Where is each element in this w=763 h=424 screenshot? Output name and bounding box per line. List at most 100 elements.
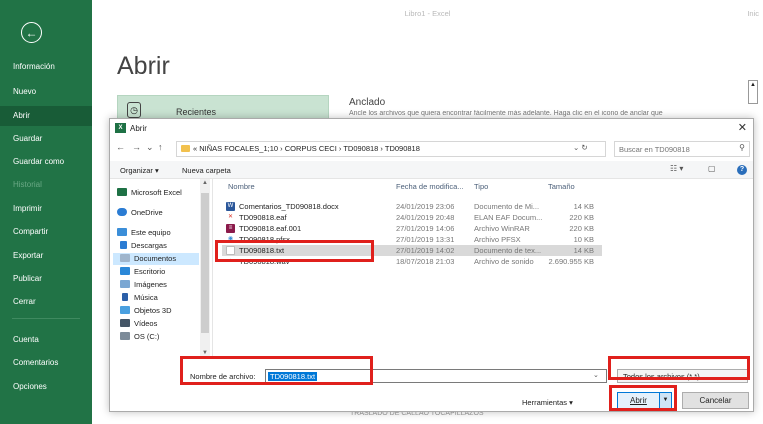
back-button[interactable]: ← <box>21 22 42 43</box>
nav-pane-item[interactable]: Este equipo <box>117 227 207 239</box>
audio-file-icon: ♪ <box>229 258 232 264</box>
drive-icon <box>120 332 130 340</box>
pinned-description: Ancle los archivos que quiera encontrar … <box>349 110 663 117</box>
column-header-type[interactable]: Tipo <box>474 182 488 191</box>
address-bar[interactable]: « NIÑAS FOCALES_1;10 › CORPUS CECI › TD0… <box>176 141 606 157</box>
open-options-chevron-icon[interactable]: ▼ <box>659 393 671 408</box>
navigation-pane: Microsoft Excel OneDrive Este equipo Des… <box>110 179 213 359</box>
search-box[interactable]: ⚲ <box>614 141 750 157</box>
filename-input[interactable]: TD090818.txt <box>265 369 607 383</box>
desktop-icon <box>120 267 130 275</box>
nav-pane-item[interactable]: Imágenes <box>117 279 207 291</box>
nav-pane-item[interactable]: Escritorio <box>117 266 207 278</box>
tools-button[interactable]: Herramientas ▾ <box>522 398 573 407</box>
cancel-button-label: Cancelar <box>699 396 732 405</box>
excel-icon <box>117 188 127 196</box>
refresh-icon[interactable]: ⌄ ↻ <box>573 143 588 152</box>
nav-cerrar[interactable]: Cerrar <box>0 292 92 312</box>
nav-pane-item[interactable]: Música <box>117 292 207 304</box>
pictures-icon <box>120 280 130 288</box>
forward-arrow-icon[interactable]: → <box>132 142 141 152</box>
open-button-label: Abrir <box>630 396 647 405</box>
backstage-nav: ← Información Nuevo Abrir Guardar Guarda… <box>0 0 92 424</box>
scroll-down-icon[interactable]: ▼ <box>201 350 209 356</box>
sign-in-link[interactable]: Inic <box>747 9 759 18</box>
address-path: « NIÑAS FOCALES_1;10 › CORPUS CECI › TD0… <box>193 144 420 153</box>
clock-icon: ◷ <box>127 102 141 118</box>
nav-informacion[interactable]: Información <box>0 57 92 77</box>
nav-pane-item[interactable]: Objetos 3D <box>117 305 207 317</box>
winrar-file-icon: ≡ <box>226 224 235 233</box>
music-icon <box>122 293 128 301</box>
close-icon[interactable]: ✕ <box>738 121 747 134</box>
nav-divider <box>12 318 80 319</box>
documents-icon <box>120 254 130 262</box>
recent-label: Recientes <box>176 107 217 117</box>
nav-pane-item-selected[interactable]: Documentos <box>113 253 199 265</box>
scrollbar-thumb[interactable] <box>201 193 209 333</box>
folder-icon <box>181 145 190 152</box>
nav-guardar-como[interactable]: Guardar como <box>0 152 92 172</box>
excel-icon: X <box>115 123 126 133</box>
file-row-selected[interactable]: TD090818.txt 27/01/2019 14:02 Documento … <box>222 245 602 256</box>
cloud-icon <box>117 208 127 216</box>
open-dialog: X Abrir ✕ ← → ⌄ ↑ « NIÑAS FOCALES_1;10 ›… <box>109 118 754 412</box>
filename-label: Nombre de archivo: <box>190 372 256 381</box>
navigation-bar: ← → ⌄ ↑ « NIÑAS FOCALES_1;10 › CORPUS CE… <box>110 139 753 161</box>
file-row[interactable]: ≡ TD090818.eaf.001 27/01/2019 14:06 Arch… <box>222 223 602 234</box>
back-arrow-icon[interactable]: ← <box>116 142 125 152</box>
column-header-size[interactable]: Tamaño <box>548 182 575 191</box>
nav-guardar[interactable]: Guardar <box>0 129 92 149</box>
nav-exportar[interactable]: Exportar <box>0 246 92 266</box>
nav-pane-item[interactable]: OneDrive <box>117 207 207 219</box>
nav-cuenta[interactable]: Cuenta <box>0 330 92 350</box>
recent-locations-chevron-icon[interactable]: ⌄ <box>146 142 154 153</box>
dialog-titlebar: X Abrir ✕ <box>110 119 753 137</box>
view-options-icon[interactable]: ☷ ▾ <box>670 164 683 173</box>
file-row[interactable]: ✕ TD090818.eaf 24/01/2019 20:48 ELAN EAF… <box>222 212 602 223</box>
file-type-filter[interactable]: Todos los archivos (*.*) ⌄ <box>617 369 748 383</box>
nav-comentarios[interactable]: Comentarios <box>0 353 92 373</box>
search-input[interactable] <box>615 142 733 156</box>
pfsx-file-icon: ◉ <box>227 236 234 242</box>
nav-compartir[interactable]: Compartir <box>0 222 92 242</box>
videos-icon <box>120 319 130 327</box>
file-row[interactable]: ◉ TD090818.pfsx 27/01/2019 13:31 Archivo… <box>222 234 602 245</box>
search-icon[interactable]: ⚲ <box>739 143 745 152</box>
new-folder-button[interactable]: Nueva carpeta <box>182 166 231 175</box>
command-bar: Organizar ▾ Nueva carpeta ☷ ▾ ▢ ? <box>110 161 753 179</box>
nav-pane-scrollbar[interactable]: ▲ ▼ <box>200 179 210 359</box>
nav-abrir[interactable]: Abrir <box>0 106 92 126</box>
nav-pane-item[interactable]: OS (C:) <box>117 331 207 343</box>
nav-pane-item[interactable]: Descargas <box>117 240 207 252</box>
elan-file-icon: ✕ <box>227 214 234 220</box>
preview-pane-icon[interactable]: ▢ <box>708 164 716 173</box>
column-header-name[interactable]: Nombre <box>228 182 255 191</box>
cancel-button[interactable]: Cancelar <box>682 392 749 409</box>
file-row[interactable]: W Comentarios_TD090818.docx 24/01/2019 2… <box>222 201 602 212</box>
scroll-up-icon[interactable]: ▲ <box>748 80 758 104</box>
nav-publicar[interactable]: Publicar <box>0 269 92 289</box>
download-icon <box>120 241 127 249</box>
word-file-icon: W <box>226 202 235 211</box>
file-list: Nombre Fecha de modifica... Tipo Tamaño … <box>216 179 611 359</box>
help-icon[interactable]: ? <box>737 165 747 175</box>
computer-icon <box>117 228 127 236</box>
nav-pane-item[interactable]: Microsoft Excel <box>117 187 207 199</box>
up-arrow-icon[interactable]: ↑ <box>158 142 163 152</box>
scroll-up-icon[interactable]: ▲ <box>201 180 209 186</box>
nav-nuevo[interactable]: Nuevo <box>0 82 92 102</box>
nav-imprimir[interactable]: Imprimir <box>0 199 92 219</box>
3d-objects-icon <box>120 306 130 314</box>
back-arrow-icon: ← <box>25 25 38 40</box>
filename-dropdown-icon[interactable]: ⌄ <box>593 371 599 379</box>
filename-value: TD090818.txt <box>268 372 318 381</box>
chevron-down-icon: ⌄ <box>736 372 743 381</box>
nav-pane-item[interactable]: Vídeos <box>117 318 207 330</box>
filter-value: Todos los archivos (*.*) <box>623 372 700 381</box>
column-header-date[interactable]: Fecha de modifica... <box>396 182 464 191</box>
organize-button[interactable]: Organizar ▾ <box>120 166 159 175</box>
open-button[interactable]: Abrir ▼ <box>617 392 672 409</box>
file-row[interactable]: ♪ TD090818.wav 18/07/2018 21:03 Archivo … <box>222 256 602 267</box>
nav-opciones[interactable]: Opciones <box>0 377 92 397</box>
